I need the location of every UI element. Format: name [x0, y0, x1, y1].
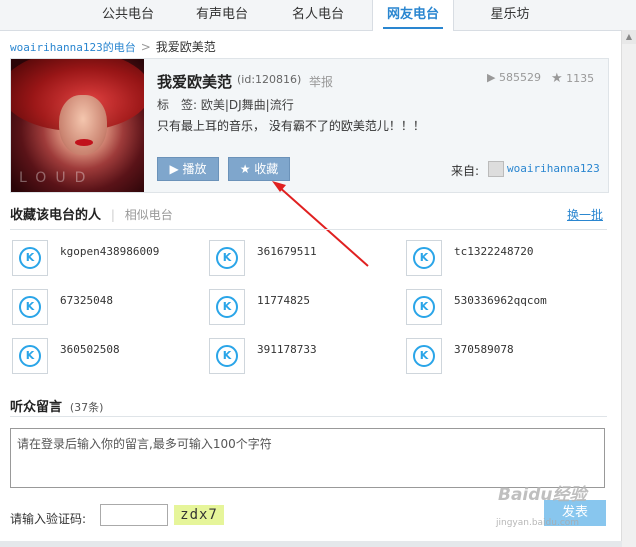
user-item[interactable]: K kgopen438986009: [12, 240, 202, 280]
refresh-link[interactable]: 换一批: [567, 206, 603, 223]
user-item[interactable]: K 370589078: [406, 338, 596, 378]
kugou-logo-icon: K: [413, 247, 435, 269]
breadcrumb-parent-link[interactable]: woairihanna123的电台: [10, 41, 136, 54]
similar-radio-tab[interactable]: 相似电台: [125, 208, 173, 222]
user-item[interactable]: K 530336962qqcom: [406, 289, 596, 329]
comment-textarea[interactable]: 请在登录后输入你的留言,最多可输入100个字符: [10, 428, 605, 488]
user-item[interactable]: K 361679511: [209, 240, 399, 280]
scroll-up-arrow-icon[interactable]: ▲: [621, 30, 636, 44]
collectors-header: 收藏该电台的人 | 相似电台 换一批: [10, 204, 607, 230]
kugou-logo-icon: K: [216, 345, 238, 367]
cover-text: LOUD: [19, 170, 95, 186]
avatar[interactable]: K: [12, 338, 48, 374]
play-count: ▶ 585529: [487, 71, 541, 84]
kugou-logo-icon: K: [216, 247, 238, 269]
comments-count: (37条): [69, 401, 104, 414]
comments-title: 听众留言: [10, 400, 63, 415]
user-name[interactable]: 530336962qqcom: [454, 294, 547, 307]
avatar[interactable]: K: [209, 338, 245, 374]
station-title: 我爱欧美范: [157, 73, 233, 91]
avatar[interactable]: K: [209, 289, 245, 325]
user-item[interactable]: K 67325048: [12, 289, 202, 329]
breadcrumb: woairihanna123的电台 > 我爱欧美范: [10, 38, 216, 55]
tab-user-radio[interactable]: 网友电台: [372, 0, 454, 31]
avatar[interactable]: K: [12, 289, 48, 325]
favorite-count: ★ 1135: [551, 71, 595, 86]
collectors-title[interactable]: 收藏该电台的人: [10, 208, 101, 223]
report-link[interactable]: 举报: [309, 73, 333, 90]
user-name[interactable]: 11774825: [257, 294, 310, 307]
kugou-logo-icon: K: [413, 296, 435, 318]
play-button[interactable]: ▶ 播放: [157, 157, 219, 181]
kugou-logo-icon: K: [413, 345, 435, 367]
play-count-icon: ▶: [487, 71, 496, 84]
source-user-link[interactable]: woairihanna123: [507, 162, 600, 175]
avatar[interactable]: K: [406, 240, 442, 276]
user-name[interactable]: 391178733: [257, 343, 317, 356]
bottom-scrollbar[interactable]: [0, 541, 622, 547]
top-nav: 公共电台 有声电台 名人电台 网友电台 星乐坊: [0, 0, 636, 31]
captcha-input[interactable]: [100, 504, 168, 526]
collect-button[interactable]: ★ 收藏: [228, 157, 290, 181]
kugou-logo-icon: K: [216, 296, 238, 318]
avatar[interactable]: K: [209, 240, 245, 276]
station-card: LOUD 我爱欧美范 (id:120816) 举报 ▶ 585529 ★ 113…: [10, 58, 609, 193]
user-name[interactable]: 361679511: [257, 245, 317, 258]
user-name[interactable]: tc1322248720: [454, 245, 533, 258]
station-id: (id:120816): [237, 73, 302, 86]
avatar[interactable]: K: [406, 338, 442, 374]
avatar[interactable]: K: [406, 289, 442, 325]
kugou-logo-icon: K: [19, 296, 41, 318]
kugou-logo-icon: K: [19, 345, 41, 367]
comments-header: 听众留言 (37条): [10, 396, 607, 417]
tab-celebrity-radio[interactable]: 名人电台: [278, 0, 358, 30]
watermark-url: jingyan.baidu.com: [496, 518, 580, 528]
tab-audio-radio[interactable]: 有声电台: [182, 0, 262, 30]
station-description: 只有最上耳的音乐， 没有霸不了的欧美范儿！！！: [157, 119, 425, 133]
breadcrumb-current: 我爱欧美范: [155, 40, 216, 54]
baidu-watermark: Baidu经验: [498, 485, 587, 505]
station-tags: 标 签: 欧美|DJ舞曲|流行: [157, 98, 294, 112]
user-item[interactable]: K 360502508: [12, 338, 202, 378]
album-cover-image[interactable]: LOUD: [11, 59, 144, 192]
avatar[interactable]: K: [12, 240, 48, 276]
divider: |: [110, 208, 115, 222]
kugou-logo-icon: K: [19, 247, 41, 269]
breadcrumb-separator: >: [140, 40, 151, 54]
source-avatar[interactable]: [488, 161, 504, 177]
user-name[interactable]: 370589078: [454, 343, 514, 356]
star-icon: ★: [239, 162, 251, 176]
user-item[interactable]: K 391178733: [209, 338, 399, 378]
user-item[interactable]: K 11774825: [209, 289, 399, 329]
user-name[interactable]: 67325048: [60, 294, 113, 307]
tab-star-music[interactable]: 星乐坊: [470, 0, 550, 30]
captcha-image[interactable]: zdx7: [174, 505, 224, 525]
play-icon: ▶: [169, 162, 179, 176]
user-name[interactable]: 360502508: [60, 343, 120, 356]
tab-public-radio[interactable]: 公共电台: [88, 0, 168, 30]
user-name[interactable]: kgopen438986009: [60, 245, 159, 258]
star-icon: ★: [551, 71, 563, 86]
source-label: 来自:: [451, 164, 480, 178]
user-item[interactable]: K tc1322248720: [406, 240, 596, 280]
scrollbar[interactable]: [621, 30, 636, 547]
captcha-label: 请输入验证码:: [10, 512, 87, 526]
